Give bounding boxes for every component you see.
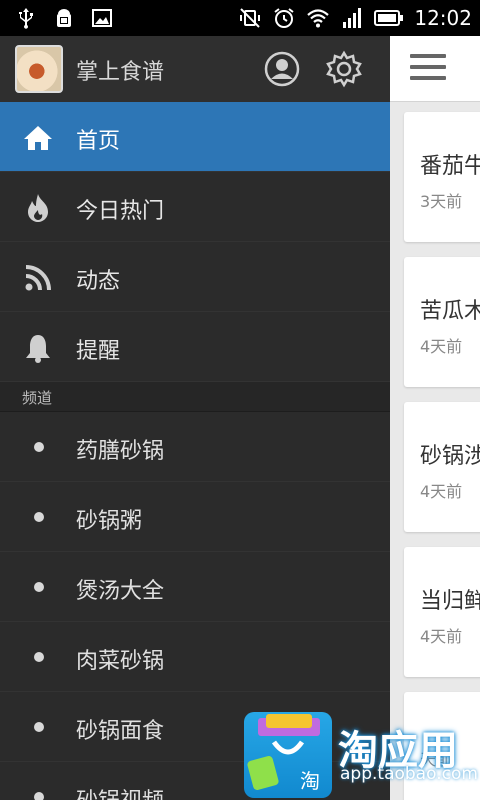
image-icon xyxy=(92,9,112,27)
app-logo xyxy=(15,45,63,93)
recipe-time: 3天前 xyxy=(420,192,463,211)
channel-label: 肉菜砂锅 xyxy=(76,649,165,674)
recipe-title: 苦瓜木 xyxy=(420,299,480,324)
bullet-icon xyxy=(34,792,44,800)
home-icon xyxy=(24,126,52,150)
bullet-icon xyxy=(34,722,44,732)
recipe-title: 番茄牛 xyxy=(420,154,480,179)
watermark-url: app.taobao.com xyxy=(340,764,478,784)
usb-icon xyxy=(19,8,33,29)
section-header-label: 频道 xyxy=(22,389,53,407)
channel-label: 煲汤大全 xyxy=(76,579,165,604)
recipe-time: 4天前 xyxy=(420,627,463,646)
channel-item[interactable]: 砂锅粥 xyxy=(0,482,390,552)
bullet-icon xyxy=(34,512,44,522)
hamburger-menu-icon[interactable] xyxy=(410,54,446,84)
nav-item-feed[interactable]: 动态 xyxy=(0,242,390,312)
status-bar: 12:02 xyxy=(0,0,480,36)
channels-section-header: 频道 xyxy=(0,382,390,412)
app-title: 掌上食谱 xyxy=(76,60,165,85)
wifi-icon xyxy=(307,9,330,28)
channel-label: 药膳砂锅 xyxy=(76,439,165,464)
recipe-card[interactable]: 砂锅涉 4天前 xyxy=(404,402,480,532)
status-time: 12:02 xyxy=(414,6,472,30)
channel-label: 砂锅粥 xyxy=(76,509,143,534)
recipe-card[interactable]: 当归鲜 4天前 xyxy=(404,547,480,677)
bullet-icon xyxy=(34,442,44,452)
nav-item-label: 动态 xyxy=(76,269,121,294)
main-toolbar xyxy=(390,36,480,102)
nav-item-label: 首页 xyxy=(76,129,121,154)
account-icon[interactable] xyxy=(263,50,301,88)
recipe-title: 砂锅涉 xyxy=(420,444,480,469)
navigation-drawer: 掌上食谱 首页 今日热门 动态 提醒 频道 药膳砂锅 砂锅粥 煲汤大全 肉菜砂锅… xyxy=(0,36,390,800)
main-content: 番茄牛 3天前 苦瓜木 4天前 砂锅涉 4天前 当归鲜 4天前 天前 xyxy=(390,36,480,800)
rss-icon xyxy=(25,265,51,291)
nav-item-home[interactable]: 首页 xyxy=(0,102,390,172)
channel-label: 砂锅视频 xyxy=(76,783,164,800)
signal-icon xyxy=(343,8,362,28)
recipe-card[interactable]: 番茄牛 3天前 xyxy=(404,112,480,242)
vibrate-off-icon xyxy=(240,8,261,28)
android-debug-icon xyxy=(57,9,71,27)
nav-item-hot-today[interactable]: 今日热门 xyxy=(0,172,390,242)
flame-icon xyxy=(28,194,48,222)
bullet-icon xyxy=(34,582,44,592)
svg-text:淘: 淘 xyxy=(300,769,320,793)
alarm-icon xyxy=(274,8,294,28)
recipe-time: 4天前 xyxy=(420,337,463,356)
taobao-watermark: 淘 淘应用 app.taobao.com xyxy=(240,702,480,800)
recipe-card[interactable]: 苦瓜木 4天前 xyxy=(404,257,480,387)
bell-icon xyxy=(26,335,50,363)
nav-item-label: 今日热门 xyxy=(76,199,165,224)
channel-item[interactable]: 药膳砂锅 xyxy=(0,412,390,482)
nav-item-reminder[interactable]: 提醒 xyxy=(0,312,390,382)
drawer-header: 掌上食谱 xyxy=(0,36,390,102)
recipe-time: 4天前 xyxy=(420,482,463,501)
bullet-icon xyxy=(34,652,44,662)
recipe-title: 当归鲜 xyxy=(420,589,480,614)
channel-item[interactable]: 煲汤大全 xyxy=(0,552,390,622)
battery-icon xyxy=(374,10,404,26)
channel-label: 砂锅面食 xyxy=(76,719,165,744)
nav-item-label: 提醒 xyxy=(76,339,121,364)
settings-icon[interactable] xyxy=(325,50,363,88)
channel-item[interactable]: 肉菜砂锅 xyxy=(0,622,390,692)
shopping-bag-icon: 淘 xyxy=(244,712,332,798)
